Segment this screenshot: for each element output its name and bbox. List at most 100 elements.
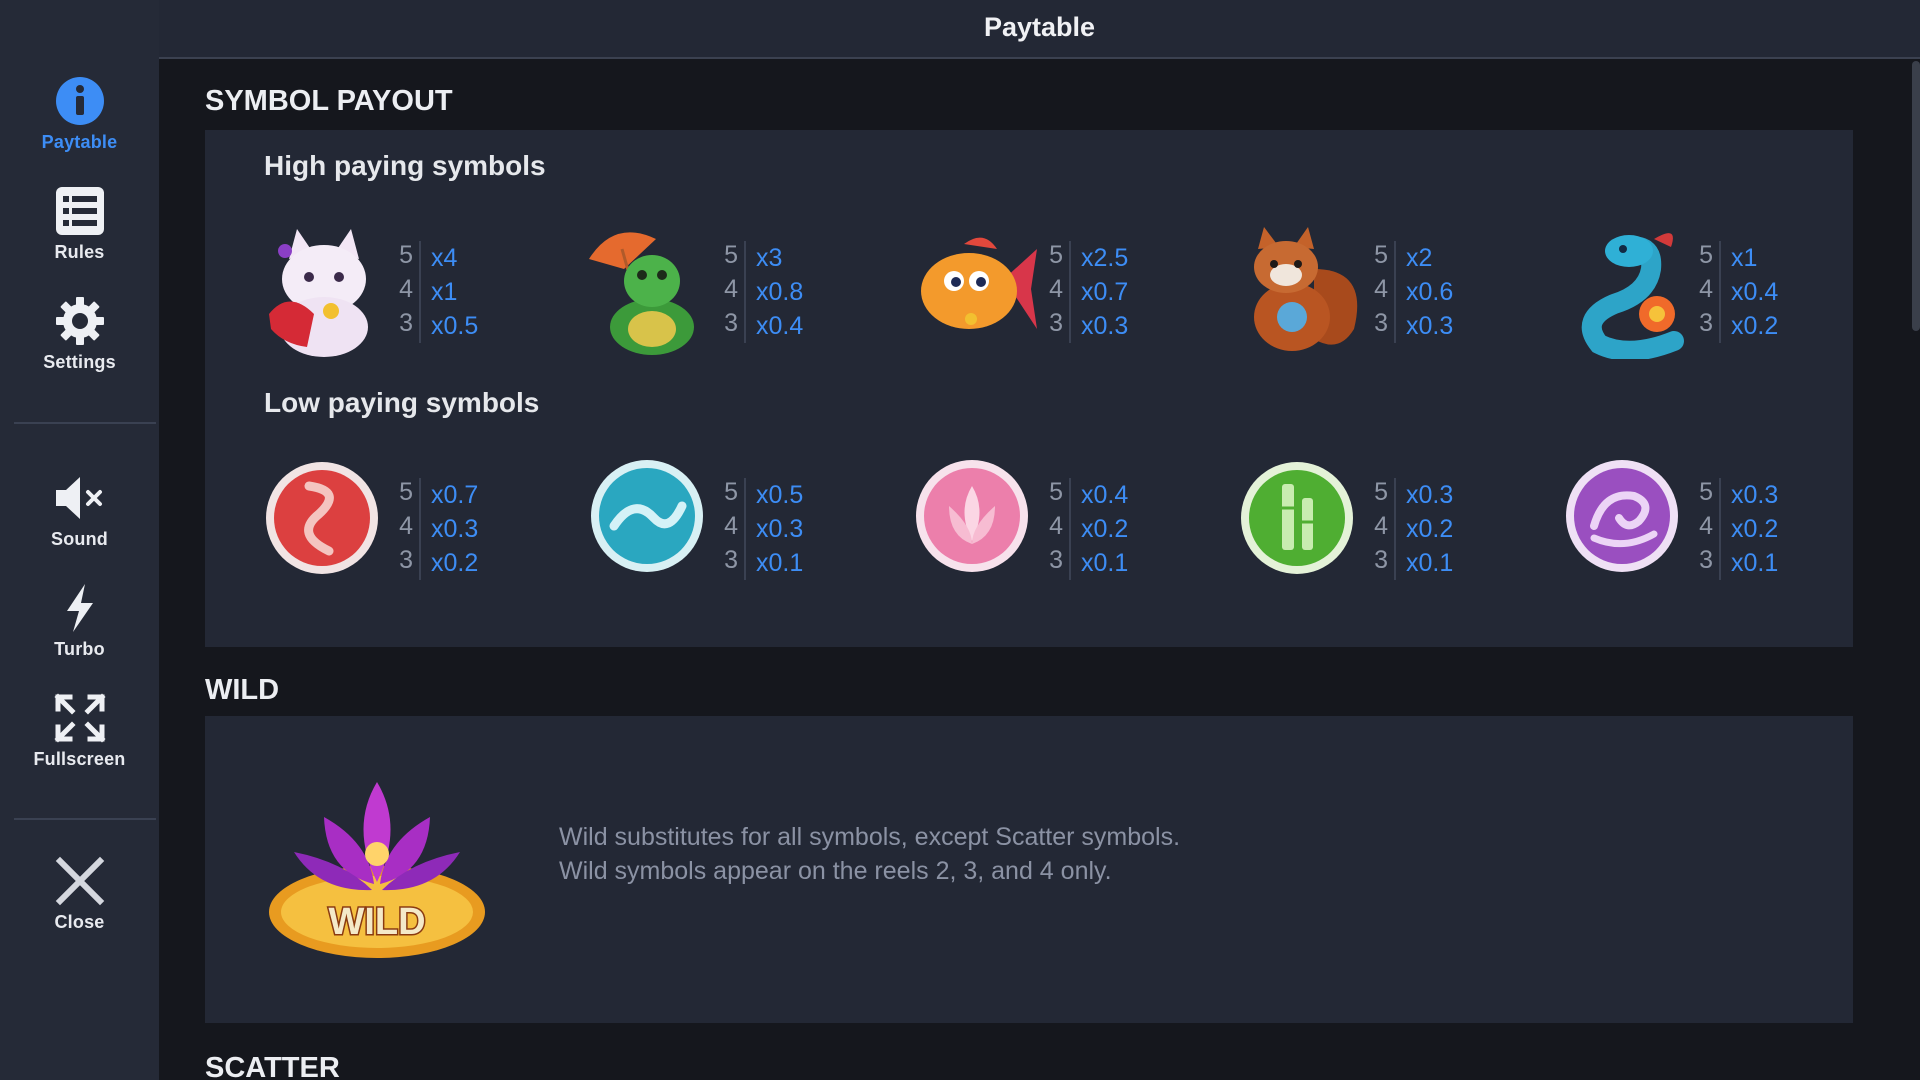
wild-description: Wild substitutes for all symbols, except… <box>559 820 1180 888</box>
pay-row: 3 x0.1 <box>724 546 804 577</box>
pay-row: 4 x0.2 <box>1049 512 1129 543</box>
sidebar-item-label: Close <box>54 912 105 932</box>
close-icon <box>55 856 104 906</box>
low-paying-heading: Low paying symbols <box>264 387 540 418</box>
pay-row: 4 x0.2 <box>1699 512 1779 543</box>
sidebar-item-label: Sound <box>51 529 108 549</box>
sidebar-divider <box>14 818 156 820</box>
sidebar-item-sound[interactable]: Sound <box>0 473 159 550</box>
pay-row: 5 x0.5 <box>724 478 804 509</box>
list-icon <box>55 187 104 235</box>
section-heading-wild: WILD <box>205 674 280 706</box>
pay-table: 5 x1 4 x0.4 3 x0.2 <box>1699 241 1779 343</box>
pay-row: 5 x2.5 <box>1049 241 1129 272</box>
lightning-icon <box>66 584 93 632</box>
red-panda-icon <box>1254 227 1358 351</box>
sidebar-item-fullscreen[interactable]: Fullscreen <box>0 693 159 770</box>
pay-row: 3 x0.2 <box>1699 309 1779 340</box>
gear-icon <box>55 297 104 345</box>
pay-table: 5 x0.3 4 x0.2 3 x0.1 <box>1699 478 1779 580</box>
sidebar-divider <box>14 422 156 424</box>
symbol-purple-coin: 5 x0.3 4 x0.2 3 x0.1 <box>1559 456 1859 596</box>
symbol-turtle: 5 x3 4 x0.8 3 x0.4 <box>584 219 884 359</box>
symbol-goldfish: 5 x2.5 4 x0.7 3 x0.3 <box>909 219 1209 359</box>
symbol-blue-coin: 5 x0.5 4 x0.3 3 x0.1 <box>584 456 884 596</box>
blue-wave-coin-icon <box>591 460 703 572</box>
pay-row: 3 x0.5 <box>399 309 479 340</box>
pay-row: 3 x0.1 <box>1374 546 1454 577</box>
wild-description-line: Wild substitutes for all symbols, except… <box>559 823 1181 851</box>
sidebar-item-rules[interactable]: Rules <box>0 186 159 263</box>
scrollbar[interactable] <box>1912 61 1920 331</box>
pay-table: 5 x0.4 4 x0.2 3 x0.1 <box>1049 478 1129 580</box>
close-button[interactable]: Close <box>0 856 159 933</box>
wild-symbol: WILD <box>264 772 490 962</box>
sidebar-item-label: Paytable <box>41 132 118 152</box>
symbol-red-panda: 5 x2 4 x0.6 3 x0.3 <box>1234 219 1534 359</box>
pay-row: 5 x0.4 <box>1049 478 1129 509</box>
symbol-snake: 5 x1 4 x0.4 3 x0.2 <box>1559 219 1859 361</box>
pay-row: 4 x0.7 <box>1049 275 1129 306</box>
pay-row: 4 x0.2 <box>1374 512 1454 543</box>
pay-table: 5 x4 4 x1 3 x0.5 <box>399 241 479 343</box>
pay-row: 5 x0.3 <box>1374 478 1454 509</box>
sidebar-item-label: Rules <box>54 242 105 262</box>
pay-row: 4 x1 <box>399 275 458 306</box>
high-paying-heading: High paying symbols <box>264 150 546 181</box>
pay-row: 5 x0.7 <box>399 478 479 509</box>
turtle-umbrella-icon <box>589 232 694 355</box>
pay-table: 5 x0.5 4 x0.3 3 x0.1 <box>724 478 804 580</box>
sidebar-item-paytable[interactable]: Paytable <box>0 76 159 153</box>
pay-row: 5 x0.3 <box>1699 478 1779 509</box>
symbol-lucky-cat: 5 x4 4 x1 3 x0.5 <box>259 219 559 359</box>
pay-row: 4 x0.6 <box>1374 275 1454 306</box>
pay-table: 5 x3 4 x0.8 3 x0.4 <box>724 241 804 343</box>
fullscreen-icon <box>53 693 106 743</box>
pay-row: 3 x0.1 <box>1049 546 1129 577</box>
sidebar-item-settings[interactable]: Settings <box>0 296 159 373</box>
wild-panel: WILD Wild substitutes for all symbols, e… <box>205 716 1853 1023</box>
info-icon <box>55 77 104 125</box>
lucky-cat-icon <box>269 229 368 357</box>
pay-row: 5 x2 <box>1374 241 1433 272</box>
pay-row: 4 x0.3 <box>724 512 804 543</box>
pay-row: 4 x0.4 <box>1699 275 1779 306</box>
pay-row: 3 x0.4 <box>724 309 804 340</box>
pay-table: 5 x0.7 4 x0.3 3 x0.2 <box>399 478 479 580</box>
pay-row: 4 x0.8 <box>724 275 804 306</box>
purple-wave-coin-icon <box>1566 460 1678 572</box>
sidebar-item-label: Settings <box>43 352 116 372</box>
pay-row: 5 x1 <box>1699 241 1758 272</box>
symbol-red-coin: 5 x0.7 4 x0.3 3 x0.2 <box>259 456 559 596</box>
pay-row: 5 x3 <box>724 241 783 272</box>
pay-table: 5 x2 4 x0.6 3 x0.3 <box>1374 241 1454 343</box>
red-fire-coin-icon <box>266 462 378 574</box>
wild-description-line: Wild symbols appear on the reels 2, 3, a… <box>559 857 1112 885</box>
header: Paytable <box>159 0 1920 59</box>
page-title: Paytable <box>983 12 1096 42</box>
wild-badge-text: WILD <box>328 901 425 943</box>
section-heading-symbol-payout: SYMBOL PAYOUT <box>205 85 453 117</box>
wild-lotus-icon: WILD <box>269 782 485 958</box>
symbol-pink-coin: 5 x0.4 4 x0.2 3 x0.1 <box>909 456 1209 596</box>
symbol-green-coin: 5 x0.3 4 x0.2 3 x0.1 <box>1234 456 1534 596</box>
pay-table: 5 x0.3 4 x0.2 3 x0.1 <box>1374 478 1454 580</box>
symbol-payout-panel: High paying symbols 5 x4 4 x1 3 x0.5 5 x… <box>205 130 1853 647</box>
pink-lotus-coin-icon <box>916 460 1028 572</box>
sidebar-item-label: Turbo <box>54 639 105 659</box>
sidebar-item-turbo[interactable]: Turbo <box>0 583 159 660</box>
snake-icon <box>1581 233 1684 361</box>
section-heading-scatter: SCATTER <box>205 1052 340 1080</box>
goldfish-icon <box>921 237 1037 329</box>
pay-row: 3 x0.3 <box>1374 309 1454 340</box>
pay-row: 3 x0.3 <box>1049 309 1129 340</box>
green-bamboo-coin-icon <box>1241 462 1353 574</box>
speaker-muted-icon <box>55 477 102 519</box>
pay-row: 5 x4 <box>399 241 458 272</box>
pay-row: 3 x0.1 <box>1699 546 1779 577</box>
pay-row: 4 x0.3 <box>399 512 479 543</box>
pay-table: 5 x2.5 4 x0.7 3 x0.3 <box>1049 241 1129 343</box>
paytable-content[interactable]: SYMBOL PAYOUT High paying symbols 5 x4 4x… <box>159 61 1920 1080</box>
sidebar-item-label: Fullscreen <box>33 749 126 769</box>
pay-row: 3 x0.2 <box>399 546 479 577</box>
